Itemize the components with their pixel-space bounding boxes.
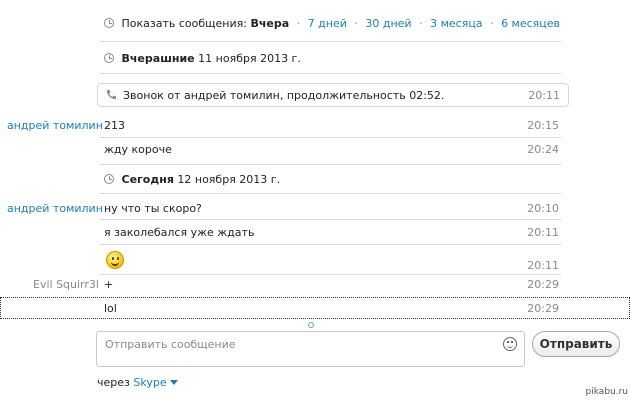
message-sender[interactable]: андрей томилин [7,119,103,132]
resize-handle[interactable] [308,322,314,328]
via-selector: через Skype [97,376,179,389]
message-text: ну что ты скоро? [104,202,202,215]
message-time: 20:29 [527,302,559,315]
divider [99,219,561,220]
divider [99,73,561,74]
watermark: pikabu.ru [585,387,628,397]
message-time: 20:10 [527,202,559,215]
filter-7-days[interactable]: 7 дней [308,17,347,30]
history-filter-active[interactable]: Вчера [250,17,289,30]
smile-icon [106,251,124,269]
day-header-date: 12 ноября 2013 г. [177,173,281,186]
message-time: 20:11 [527,226,559,239]
clock-icon [104,53,114,63]
via-service-link[interactable]: Skype [133,376,166,389]
message-time: 20:29 [527,278,559,291]
message-input-placeholder: Отправить сообщение [105,338,236,351]
divider [99,274,561,275]
message-text: lol [104,302,117,315]
filter-separator: · [354,17,358,30]
send-button[interactable]: Отправить [532,331,620,357]
message-text: я заколебался уже ждать [104,226,255,239]
message-text: жду короче [104,143,172,156]
divider [99,193,561,194]
history-filter-bar: Показать сообщения: Вчера · 7 дней · 30 … [104,17,560,31]
call-text: Звонок от андрей томилин, продолжительно… [123,89,445,102]
history-filter-label: Показать сообщения: [121,17,247,30]
divider [99,164,561,165]
message-time: 20:15 [527,119,559,132]
filter-3-months[interactable]: 3 месяца [430,17,482,30]
via-label: через [97,376,130,389]
call-time: 20:11 [528,89,560,102]
message-sender[interactable]: андрей томилин [7,202,103,215]
chevron-down-icon[interactable] [170,380,179,385]
message-text: + [104,278,114,291]
message-input[interactable]: Отправить сообщение [96,331,525,367]
day-header-label: Сегодня [121,173,174,186]
message-sender[interactable]: Evil Squirr3l [33,278,99,291]
divider [99,244,561,245]
call-notice: Звонок от андрей томилин, продолжительно… [97,83,569,107]
phone-icon [105,89,117,104]
filter-30-days[interactable]: 30 дней [365,17,411,30]
divider [99,41,561,42]
message-text: 213 [104,119,125,132]
day-header-today: Сегодня 12 ноября 2013 г. [104,173,280,186]
day-header-yesterday: Вчерашние 11 ноября 2013 г. [104,52,301,65]
filter-separator: · [419,17,423,30]
day-header-date: 11 ноября 2013 г. [198,52,301,65]
emoticon-picker-icon[interactable] [503,337,517,351]
filter-separator: · [296,17,301,30]
clock-icon [104,18,114,28]
message-time: 20:11 [527,259,559,272]
clock-icon [104,174,114,184]
divider [99,137,561,138]
filter-separator: · [490,17,494,30]
day-header-label: Вчерашние [121,52,195,65]
filter-6-months[interactable]: 6 месяцев [501,17,560,30]
message-time: 20:24 [527,143,559,156]
